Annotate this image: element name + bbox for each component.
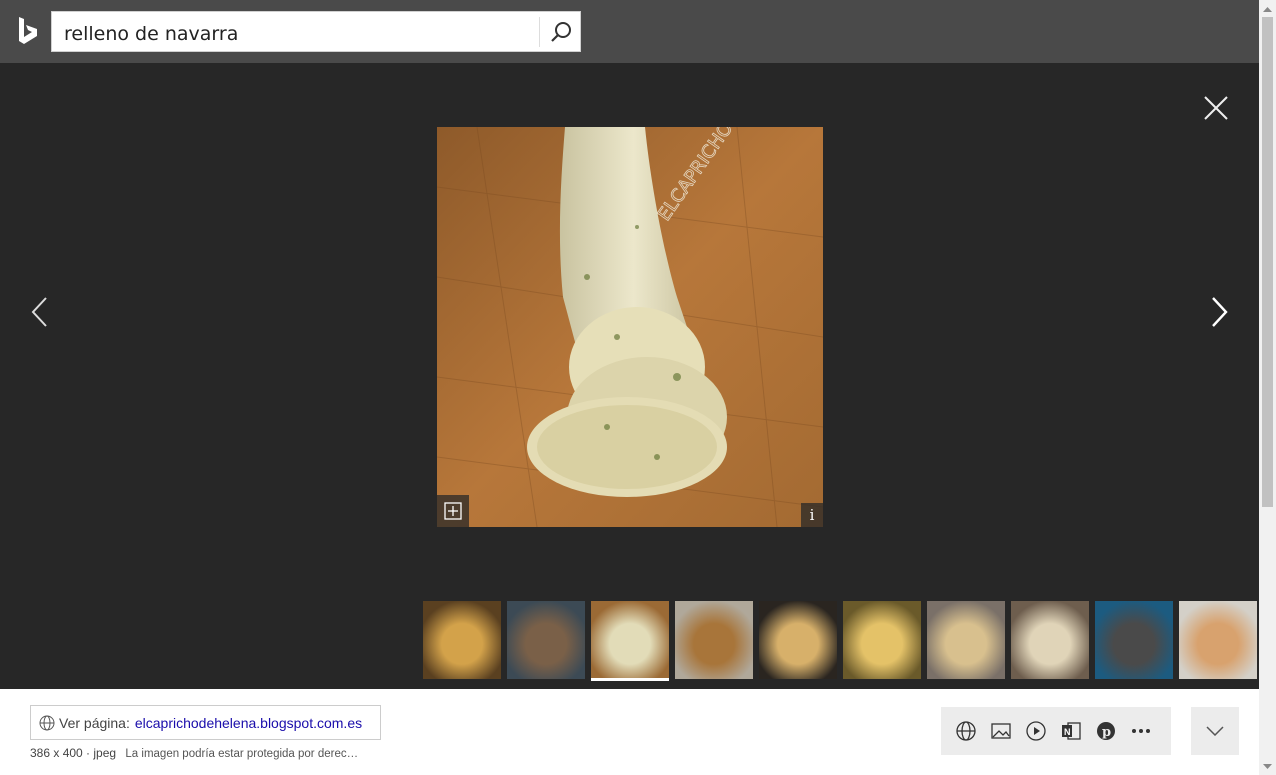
- expand-plus-icon: [444, 502, 462, 520]
- image-icon[interactable]: [990, 720, 1012, 742]
- thumb-2[interactable]: [507, 601, 585, 679]
- image-dimensions: 386 x 400 · jpeg: [30, 746, 117, 760]
- thumb-7[interactable]: [927, 601, 1005, 679]
- ver-pagina-label: Ver página:: [59, 714, 130, 731]
- previous-image-button[interactable]: [26, 290, 56, 334]
- ver-pagina-link[interactable]: Ver página: elcaprichodehelena.blogspot.…: [30, 705, 381, 740]
- selected-thumbnail-indicator: [591, 678, 669, 681]
- thumb-8[interactable]: [1011, 601, 1089, 679]
- main-image[interactable]: ELCAPRICHODEHELENA: [437, 127, 823, 527]
- thumb-4[interactable]: [675, 601, 753, 679]
- scrollbar-thumb[interactable]: [1262, 17, 1273, 507]
- image-meta: 386 x 400 · jpeg La imagen podría estar …: [30, 746, 358, 760]
- page-scrollbar[interactable]: [1259, 0, 1276, 775]
- thumb-3[interactable]: [591, 601, 669, 679]
- copyright-note: La imagen podría estar protegida por der…: [125, 748, 359, 760]
- search-icon: [551, 21, 571, 42]
- source-link[interactable]: elcaprichodehelena.blogspot.com.es: [135, 715, 362, 731]
- close-button[interactable]: [1198, 90, 1234, 126]
- top-bar: relleno de navarra: [0, 0, 1259, 63]
- search-divider: [539, 17, 540, 47]
- chevron-right-icon: [1212, 297, 1228, 327]
- thumb-6[interactable]: [843, 601, 921, 679]
- next-image-button[interactable]: [1204, 290, 1234, 334]
- onenote-icon[interactable]: N: [1060, 720, 1082, 742]
- svg-text:N: N: [1064, 727, 1071, 737]
- more-icon[interactable]: [1130, 720, 1152, 742]
- thumb-1[interactable]: [423, 601, 501, 679]
- svg-text:p: p: [1102, 725, 1111, 740]
- scroll-down-icon[interactable]: [1259, 758, 1276, 775]
- globe-icon: [39, 715, 55, 730]
- thumb-5[interactable]: [759, 601, 837, 679]
- scroll-up-icon[interactable]: [1259, 0, 1276, 17]
- chevron-down-icon: [1206, 726, 1224, 736]
- thumb-9[interactable]: [1095, 601, 1173, 679]
- info-button[interactable]: i: [801, 503, 823, 527]
- expand-details-button[interactable]: [1191, 707, 1239, 755]
- bing-logo-icon[interactable]: [16, 16, 40, 46]
- search-box: relleno de navarra: [51, 11, 581, 52]
- search-button[interactable]: [542, 12, 580, 51]
- thumb-10[interactable]: [1179, 601, 1257, 679]
- share-actions: N p: [941, 707, 1171, 755]
- close-icon: [1204, 96, 1228, 120]
- search-input[interactable]: relleno de navarra: [64, 23, 238, 45]
- play-icon[interactable]: [1025, 720, 1047, 742]
- visual-search-button[interactable]: [437, 495, 469, 527]
- pinterest-icon[interactable]: p: [1095, 720, 1117, 742]
- globe-action-icon[interactable]: [955, 720, 977, 742]
- thumbnail-strip: [423, 601, 1259, 681]
- details-panel: Ver página: elcaprichodehelena.blogspot.…: [0, 689, 1259, 775]
- chevron-left-icon: [31, 297, 47, 327]
